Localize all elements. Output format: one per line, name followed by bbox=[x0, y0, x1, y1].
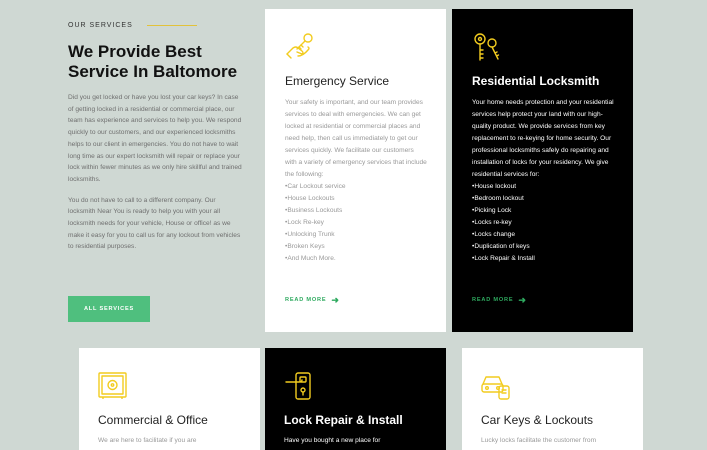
card-title: Residential Locksmith bbox=[472, 74, 600, 88]
card-description: Your safety is important, and our team p… bbox=[285, 99, 427, 178]
service-card-lock-repair[interactable]: Lock Repair & Install Have you bought a … bbox=[265, 348, 446, 450]
service-card-residential[interactable]: Residential Locksmith Your home needs pr… bbox=[452, 9, 633, 332]
intro-section: OUR SERVICES We Provide Best Service In … bbox=[68, 22, 243, 322]
service-card-car-keys[interactable]: Car Keys & Lockouts Lucky locks facilita… bbox=[462, 348, 643, 450]
list-item: Locks re-key bbox=[472, 217, 614, 229]
card-description: Your home needs protection and your resi… bbox=[472, 99, 614, 178]
list-item: Broken Keys bbox=[285, 241, 427, 253]
service-card-emergency[interactable]: Emergency Service Your safety is importa… bbox=[265, 9, 446, 332]
eyebrow-text: OUR SERVICES bbox=[68, 22, 133, 29]
card-title: Emergency Service bbox=[285, 74, 390, 88]
arrow-right-icon: ➜ bbox=[331, 295, 340, 305]
list-item: Lock Repair & Install bbox=[472, 253, 614, 265]
list-item: Bedroom lockout bbox=[472, 193, 614, 205]
eyebrow-divider bbox=[146, 25, 197, 26]
service-card-commercial[interactable]: Commercial & Office We are here to facil… bbox=[79, 348, 260, 450]
door-lock-icon bbox=[284, 372, 314, 400]
card-title: Lock Repair & Install bbox=[284, 413, 403, 427]
card-title: Car Keys & Lockouts bbox=[481, 413, 594, 427]
card-body: Your safety is important, and our team p… bbox=[285, 97, 427, 265]
list-item: Unlocking Trunk bbox=[285, 229, 427, 241]
list-item: House lockout bbox=[472, 181, 614, 193]
all-services-button[interactable]: ALL SERVICES bbox=[68, 296, 150, 322]
service-list: House lockout Bedroom lockout Picking Lo… bbox=[472, 181, 614, 265]
card-body: Your home needs protection and your resi… bbox=[472, 97, 614, 265]
card-description: Lucky locks facilitate the customer from bbox=[481, 437, 597, 444]
read-more-label: READ MORE bbox=[472, 297, 514, 303]
card-description: Have you bought a new place for bbox=[284, 437, 381, 444]
intro-paragraph-2: You do not have to call to a different c… bbox=[68, 196, 241, 251]
list-item: Lock Re-key bbox=[285, 217, 427, 229]
card-title: Commercial & Office bbox=[98, 413, 208, 427]
car-key-icon bbox=[481, 372, 511, 400]
safe-icon bbox=[98, 372, 128, 400]
list-item: And Much More. bbox=[285, 253, 427, 265]
service-list: Car Lockout service House Lockouts Busin… bbox=[285, 181, 427, 265]
keys-icon bbox=[472, 32, 502, 62]
read-more-label: READ MORE bbox=[285, 297, 327, 303]
title-line-2: Service In Baltomore bbox=[68, 62, 238, 81]
card-description: We are here to facilitate if you are bbox=[98, 437, 197, 444]
list-item: Business Lockouts bbox=[285, 205, 427, 217]
section-title: We Provide Best Service In Baltomore bbox=[68, 42, 243, 82]
read-more-link[interactable]: READ MORE ➜ bbox=[285, 295, 340, 305]
title-line-1: We Provide Best bbox=[68, 42, 202, 61]
section-eyebrow: OUR SERVICES bbox=[68, 22, 243, 29]
intro-paragraph-1: Did you get locked or have you lost your… bbox=[68, 94, 242, 183]
read-more-link[interactable]: READ MORE ➜ bbox=[472, 295, 527, 305]
list-item: Car Lockout service bbox=[285, 181, 427, 193]
list-item: Duplication of keys bbox=[472, 241, 614, 253]
hand-key-icon bbox=[285, 32, 317, 60]
list-item: House Lockouts bbox=[285, 193, 427, 205]
arrow-right-icon: ➜ bbox=[518, 295, 527, 305]
list-item: Locks change bbox=[472, 229, 614, 241]
list-item: Picking Lock bbox=[472, 205, 614, 217]
